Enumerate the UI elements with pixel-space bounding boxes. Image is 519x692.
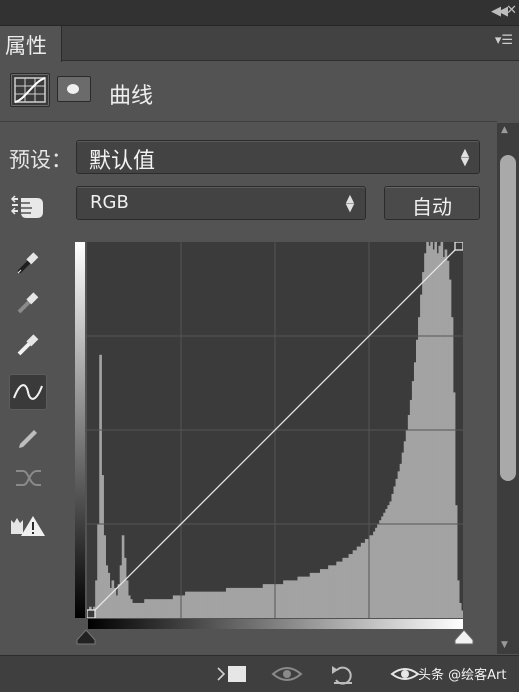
channel-dropdown-arrows-icon: ▲ ▼ [345,192,355,214]
input-gradient-bar [88,619,463,629]
scroll-down-icon[interactable]: ▼ [501,640,508,650]
reset-icon[interactable] [328,662,358,691]
curves-graph-canvas[interactable] [86,241,464,619]
smooth-curve-icon [9,460,47,496]
black-input-slider-icon[interactable] [76,629,96,645]
scrollbar-thumb[interactable] [500,155,516,481]
auto-button[interactable]: 自动 [384,186,480,220]
output-gradient-bar [75,242,85,618]
collapse-panel-icon[interactable]: ◀◀ [491,4,508,19]
black-point-handle[interactable] [86,609,96,619]
white-point-eyedropper-icon[interactable] [9,326,47,362]
white-point-handle[interactable] [454,241,464,251]
clip-to-layer-icon[interactable] [216,662,250,691]
preset-dropdown-arrows-icon: ▲ ▼ [460,146,470,168]
panel-top-strip [0,0,519,26]
panel-menu-icon[interactable]: ▾☰ [495,33,513,48]
curves-adjustment-icon[interactable] [10,73,50,107]
watermark-text: 头条 @绘客Art [418,668,507,683]
preset-dropdown-value: 默认值 [89,149,156,174]
auto-button-label: 自动 [412,195,452,219]
panel-tab-bar [0,26,519,61]
close-panel-icon[interactable]: ✕ [506,3,517,18]
toggle-visibility-icon[interactable] [390,662,420,691]
panel-title: 曲线 [109,84,154,109]
white-input-slider-icon[interactable] [454,629,474,645]
tab-properties-label: 属性 [5,34,47,58]
pencil-draw-tool-icon[interactable] [9,418,47,454]
mask-dot-icon [67,84,79,94]
histogram-bar [460,610,464,618]
channel-dropdown-value: RGB [90,192,129,213]
scroll-up-icon[interactable]: ▲ [501,125,508,135]
view-previous-state-icon[interactable] [270,662,304,691]
targeted-adjustment-hand-icon[interactable] [10,190,48,220]
clipping-warning-icon[interactable] [9,508,47,544]
header-divider [0,121,497,122]
preset-label: 预设： [9,148,72,172]
curves-graph[interactable] [86,241,464,619]
black-point-eyedropper-icon[interactable] [9,244,47,280]
edit-points-curve-tool-icon[interactable] [9,374,47,410]
gray-point-eyedropper-icon[interactable] [9,284,47,320]
